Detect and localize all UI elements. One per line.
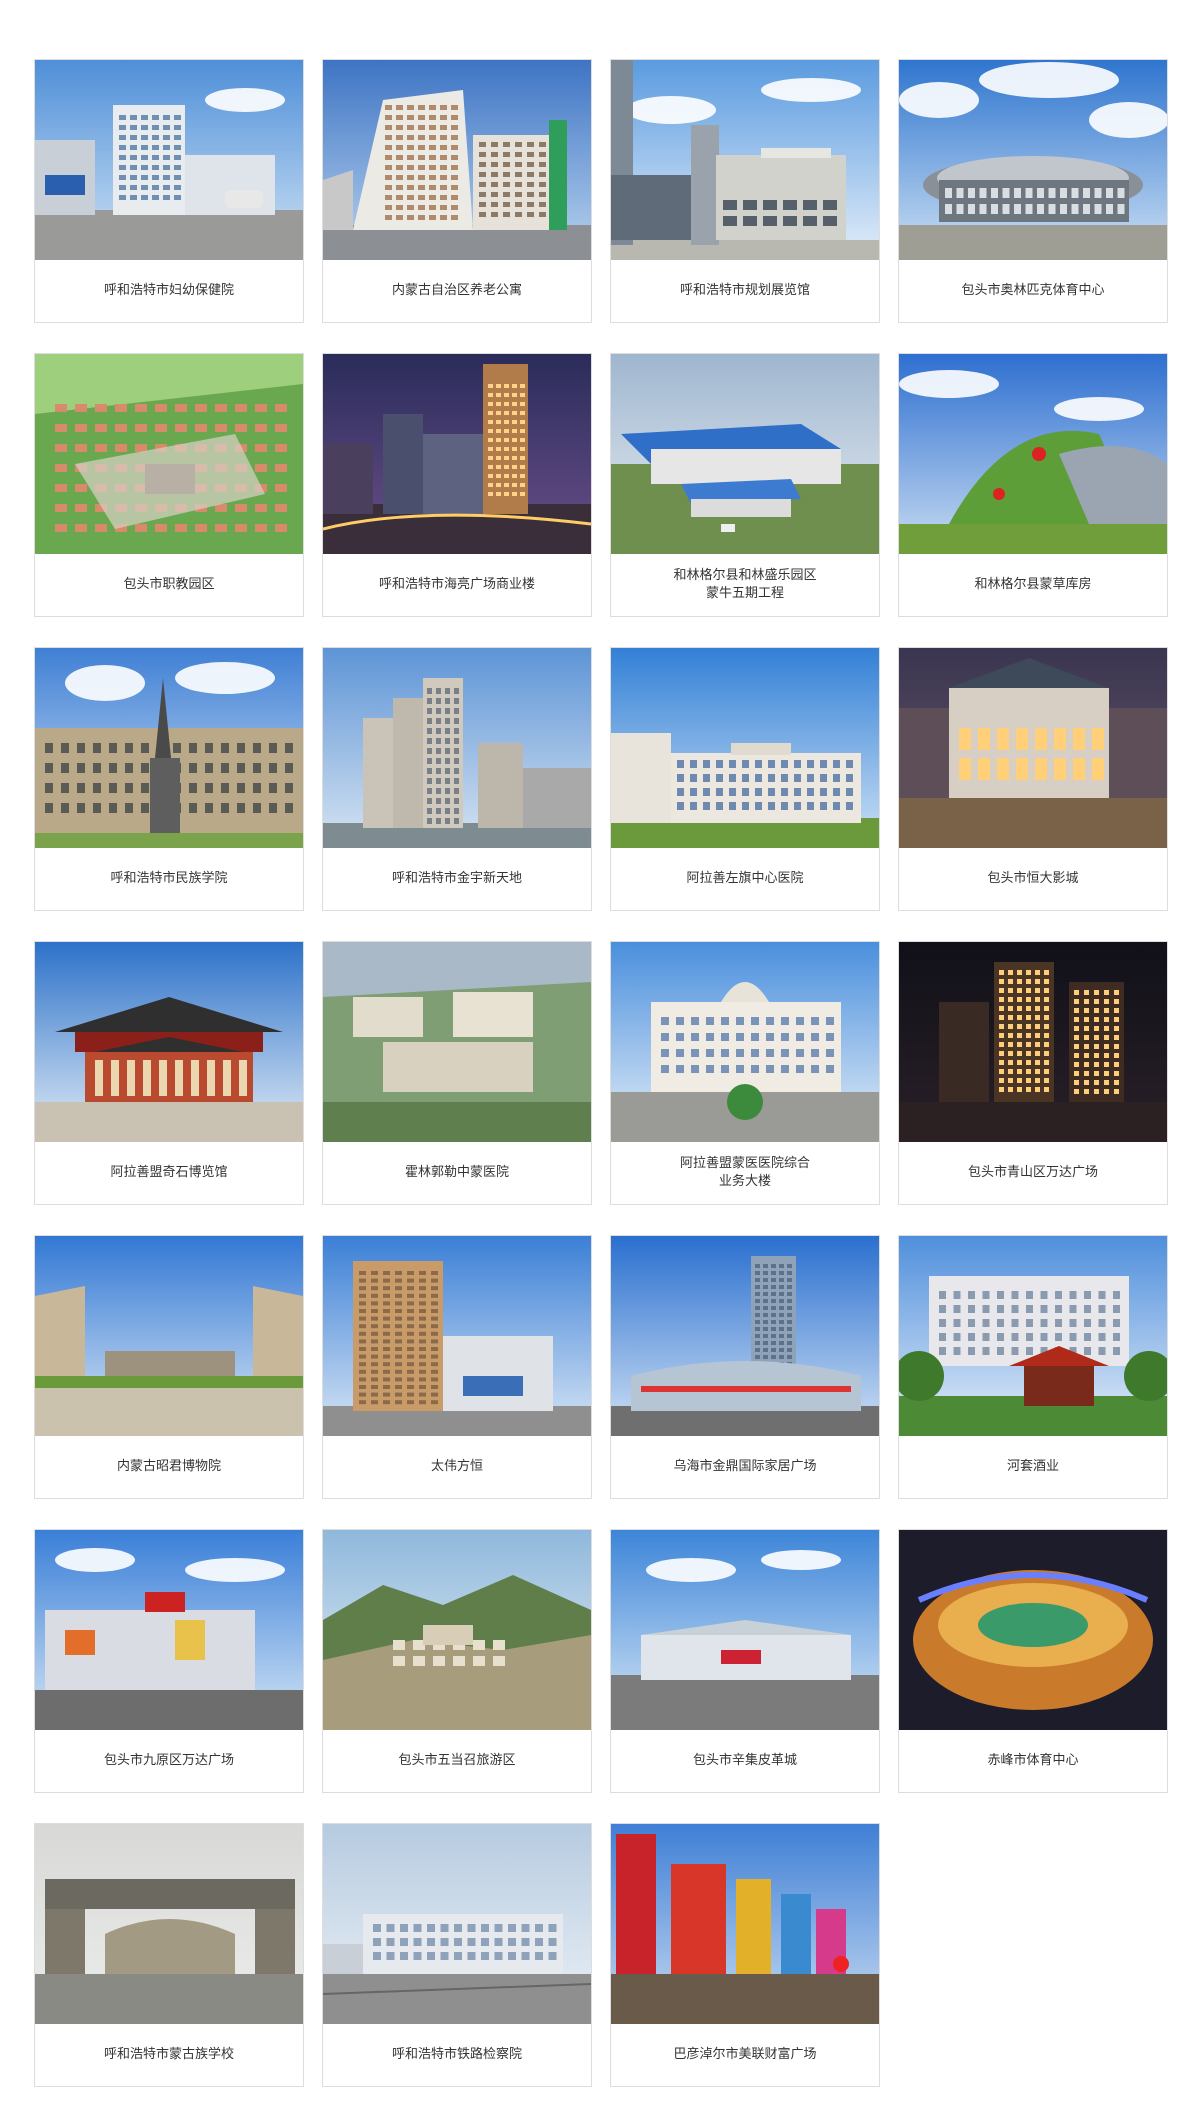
project-caption[interactable]: 呼和浩特市规划展览馆	[611, 260, 879, 322]
project-photo[interactable]	[611, 1824, 879, 2024]
project-photo[interactable]	[323, 1824, 591, 2024]
project-card[interactable]: 包头市五当召旅游区	[322, 1529, 592, 1793]
project-photo[interactable]	[611, 648, 879, 848]
project-card[interactable]: 阿拉善盟蒙医医院综合 业务大楼	[610, 941, 880, 1205]
project-photo[interactable]	[323, 1530, 591, 1730]
project-caption[interactable]: 阿拉善左旗中心医院	[611, 848, 879, 910]
project-caption[interactable]: 和林格尔县和林盛乐园区 蒙牛五期工程	[611, 554, 879, 616]
project-caption[interactable]: 呼和浩特市铁路检察院	[323, 2024, 591, 2086]
project-photo[interactable]	[611, 60, 879, 260]
project-photo[interactable]	[35, 942, 303, 1142]
project-card[interactable]: 太伟方恒	[322, 1235, 592, 1499]
project-caption[interactable]: 霍林郭勒中蒙医院	[323, 1142, 591, 1204]
project-photo[interactable]	[323, 354, 591, 554]
project-caption[interactable]: 巴彦淖尔市美联财富广场	[611, 2024, 879, 2086]
project-photo[interactable]	[35, 648, 303, 848]
project-card[interactable]: 包头市辛集皮革城	[610, 1529, 880, 1793]
project-card[interactable]: 巴彦淖尔市美联财富广场	[610, 1823, 880, 2087]
project-card[interactable]: 呼和浩特市铁路检察院	[322, 1823, 592, 2087]
project-card[interactable]: 呼和浩特市海亮广场商业楼	[322, 353, 592, 617]
project-caption[interactable]: 包头市恒大影城	[899, 848, 1167, 910]
project-card[interactable]: 呼和浩特市民族学院	[34, 647, 304, 911]
project-photo[interactable]	[611, 942, 879, 1142]
project-caption[interactable]: 内蒙古自治区养老公寓	[323, 260, 591, 322]
project-photo[interactable]	[323, 1236, 591, 1436]
project-card[interactable]: 阿拉善左旗中心医院	[610, 647, 880, 911]
project-card[interactable]: 包头市职教园区	[34, 353, 304, 617]
project-photo[interactable]	[899, 648, 1167, 848]
project-caption[interactable]: 包头市职教园区	[35, 554, 303, 616]
project-caption[interactable]: 阿拉善盟蒙医医院综合 业务大楼	[611, 1142, 879, 1204]
project-caption[interactable]: 赤峰市体育中心	[899, 1730, 1167, 1792]
project-card[interactable]: 内蒙古昭君博物院	[34, 1235, 304, 1499]
project-card[interactable]: 内蒙古自治区养老公寓	[322, 59, 592, 323]
project-caption[interactable]: 包头市九原区万达广场	[35, 1730, 303, 1792]
project-card[interactable]: 乌海市金鼎国际家居广场	[610, 1235, 880, 1499]
project-caption[interactable]: 呼和浩特市妇幼保健院	[35, 260, 303, 322]
project-caption[interactable]: 和林格尔县蒙草库房	[899, 554, 1167, 616]
project-photo[interactable]	[611, 354, 879, 554]
project-photo[interactable]	[899, 1530, 1167, 1730]
project-photo[interactable]	[899, 60, 1167, 260]
project-card[interactable]: 和林格尔县蒙草库房	[898, 353, 1168, 617]
project-photo[interactable]	[35, 1824, 303, 2024]
project-caption[interactable]: 呼和浩特市海亮广场商业楼	[323, 554, 591, 616]
project-card[interactable]: 和林格尔县和林盛乐园区 蒙牛五期工程	[610, 353, 880, 617]
project-photo[interactable]	[899, 942, 1167, 1142]
project-card[interactable]: 包头市九原区万达广场	[34, 1529, 304, 1793]
project-photo[interactable]	[611, 1236, 879, 1436]
project-card[interactable]: 包头市奥林匹克体育中心	[898, 59, 1168, 323]
project-photo[interactable]	[35, 1530, 303, 1730]
project-caption[interactable]: 太伟方恒	[323, 1436, 591, 1498]
project-card[interactable]: 呼和浩特市规划展览馆	[610, 59, 880, 323]
project-photo[interactable]	[323, 648, 591, 848]
project-card[interactable]: 呼和浩特市蒙古族学校	[34, 1823, 304, 2087]
project-photo[interactable]	[899, 354, 1167, 554]
project-photo[interactable]	[899, 1236, 1167, 1436]
project-caption[interactable]: 阿拉善盟奇石博览馆	[35, 1142, 303, 1204]
project-caption[interactable]: 内蒙古昭君博物院	[35, 1436, 303, 1498]
project-card[interactable]: 河套酒业	[898, 1235, 1168, 1499]
project-caption[interactable]: 包头市五当召旅游区	[323, 1730, 591, 1792]
project-caption[interactable]: 包头市奥林匹克体育中心	[899, 260, 1167, 322]
project-card[interactable]: 呼和浩特市妇幼保健院	[34, 59, 304, 323]
project-card[interactable]: 霍林郭勒中蒙医院	[322, 941, 592, 1205]
project-card[interactable]: 呼和浩特市金宇新天地	[322, 647, 592, 911]
project-caption[interactable]: 呼和浩特市金宇新天地	[323, 848, 591, 910]
project-caption[interactable]: 呼和浩特市民族学院	[35, 848, 303, 910]
project-photo[interactable]	[323, 60, 591, 260]
project-photo[interactable]	[35, 354, 303, 554]
project-caption[interactable]: 包头市辛集皮革城	[611, 1730, 879, 1792]
project-caption[interactable]: 河套酒业	[899, 1436, 1167, 1498]
project-card[interactable]: 赤峰市体育中心	[898, 1529, 1168, 1793]
project-caption[interactable]: 包头市青山区万达广场	[899, 1142, 1167, 1204]
project-grid: 呼和浩特市妇幼保健院 内蒙古自治区养老公寓 呼和浩特市规划展览馆 包头市奥林匹克…	[34, 59, 1168, 2087]
project-card[interactable]: 阿拉善盟奇石博览馆	[34, 941, 304, 1205]
project-card[interactable]: 包头市青山区万达广场	[898, 941, 1168, 1205]
project-photo[interactable]	[323, 942, 591, 1142]
project-photo[interactable]	[611, 1530, 879, 1730]
project-caption[interactable]: 呼和浩特市蒙古族学校	[35, 2024, 303, 2086]
project-photo[interactable]	[35, 60, 303, 260]
project-photo[interactable]	[35, 1236, 303, 1436]
project-caption[interactable]: 乌海市金鼎国际家居广场	[611, 1436, 879, 1498]
project-card[interactable]: 包头市恒大影城	[898, 647, 1168, 911]
